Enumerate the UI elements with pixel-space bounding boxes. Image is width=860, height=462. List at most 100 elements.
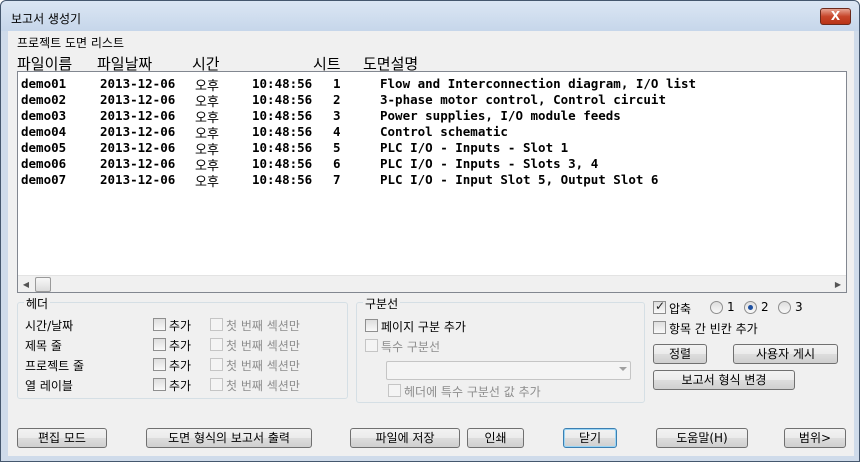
header-add-label: 추가 — [169, 359, 192, 373]
close-button[interactable]: 닫기 — [563, 428, 617, 448]
list-item[interactable]: demo03 2013-12-06 오후 10:48:56 3 Power supplie… — [18, 108, 846, 126]
edit-mode-button[interactable]: 편집 모드 — [17, 428, 107, 448]
header-add-checkbox[interactable] — [153, 318, 166, 331]
row-filedate: 2013-12-06 — [100, 76, 176, 91]
close-window-button[interactable]: X — [820, 8, 851, 25]
compress-level-3-radio[interactable] — [778, 301, 791, 314]
row-time: 10:48:56 — [252, 76, 313, 91]
header-special-separator-label: 헤더에 특수 구분선 값 추가 — [404, 385, 541, 399]
row-sheet: 5 — [333, 140, 341, 155]
row-sheet: 4 — [333, 124, 341, 139]
header-first-section-checkbox[interactable] — [210, 358, 223, 371]
row-filename: demo07 — [21, 172, 67, 187]
header-first-section-label: 첫 번째 섹션만 — [226, 379, 300, 393]
row-description: Control schematic — [380, 124, 508, 139]
header-first-section-checkbox[interactable] — [210, 338, 223, 351]
help-button[interactable]: 도움말(H) — [656, 428, 748, 448]
chevron-down-icon — [619, 367, 627, 371]
header-group-title: 헤더 — [24, 295, 51, 312]
header-first-section-checkbox[interactable] — [210, 318, 223, 331]
row-sheet: 7 — [333, 172, 341, 187]
drawing-list-caption: 프로젝트 도면 리스트 — [17, 36, 124, 50]
header-option-label: 제목 줄 — [25, 339, 62, 353]
row-sheet: 3 — [333, 108, 341, 123]
compress-level-2-radio[interactable] — [744, 301, 757, 314]
scroll-left-arrow-icon[interactable]: ◀ — [18, 277, 34, 292]
special-separator-checkbox[interactable] — [365, 339, 378, 352]
row-time: 10:48:56 — [252, 108, 313, 123]
row-sheet: 1 — [333, 76, 341, 91]
sort-button[interactable]: 정렬 — [653, 344, 707, 364]
header-add-label: 추가 — [169, 319, 192, 333]
row-filename: demo03 — [21, 108, 67, 123]
row-time: 10:48:56 — [252, 92, 313, 107]
range-button[interactable]: 범위> — [784, 428, 846, 448]
header-special-separator-checkbox[interactable] — [388, 384, 401, 397]
dialog-client-area: 프로젝트 도면 리스트 파일이름 파일날짜 시간 시트 도면설명 demo01 2… — [8, 31, 854, 456]
list-item[interactable]: demo06 2013-12-06 오후 10:48:56 6 PLC I/O - Inp… — [18, 156, 846, 174]
row-sheet: 2 — [333, 92, 341, 107]
list-item[interactable]: demo02 2013-12-06 오후 10:48:56 2 3-phase motor… — [18, 92, 846, 110]
row-filedate: 2013-12-06 — [100, 140, 176, 155]
user-post-button[interactable]: 사용자 게시 — [733, 344, 838, 364]
row-description: Power supplies, I/O module feeds — [380, 108, 621, 123]
separator-group-title: 구분선 — [363, 295, 401, 312]
change-report-format-button[interactable]: 보고서 형식 변경 — [653, 370, 795, 390]
row-filedate: 2013-12-06 — [100, 108, 176, 123]
page-separator-checkbox[interactable] — [365, 319, 378, 332]
row-filename: demo04 — [21, 124, 67, 139]
row-sheet: 6 — [333, 156, 341, 171]
header-first-section-label: 첫 번째 섹션만 — [226, 339, 300, 353]
drawing-list[interactable]: demo01 2013-12-06 오후 10:48:56 1 Flow and Inte… — [17, 71, 847, 293]
row-time: 10:48:56 — [252, 172, 313, 187]
header-add-checkbox[interactable] — [153, 338, 166, 351]
compress-label: 압축 — [669, 302, 692, 316]
row-filedate: 2013-12-06 — [100, 156, 176, 171]
report-generator-window: 보고서 생성기 X 프로젝트 도면 리스트 파일이름 파일날짜 시간 시트 도면… — [0, 0, 860, 462]
row-description: PLC I/O - Input Slot 5, Output Slot 6 — [380, 172, 659, 187]
blank-between-items-label: 항목 간 빈칸 추가 — [669, 322, 758, 336]
special-separator-combo[interactable] — [386, 361, 631, 380]
horizontal-scrollbar[interactable]: ◀ ▶ — [18, 275, 846, 292]
scroll-right-arrow-icon[interactable]: ▶ — [830, 277, 846, 292]
row-description: PLC I/O - Inputs - Slots 3, 4 — [380, 156, 599, 171]
compress-level-3-label: 3 — [795, 300, 803, 314]
compress-level-1-radio[interactable] — [710, 301, 723, 314]
special-separator-label: 특수 구분선 — [381, 340, 441, 354]
row-time: 10:48:56 — [252, 124, 313, 139]
compress-checkbox[interactable] — [653, 299, 666, 314]
print-button[interactable]: 인쇄 — [467, 428, 524, 448]
header-add-checkbox[interactable] — [153, 358, 166, 371]
print-drawing-report-button[interactable]: 도면 형식의 보고서 출력 — [146, 428, 312, 448]
page-separator-label: 페이지 구분 추가 — [381, 320, 466, 334]
header-first-section-label: 첫 번째 섹션만 — [226, 319, 300, 333]
compress-level-2-label: 2 — [761, 300, 769, 314]
row-filename: demo02 — [21, 92, 67, 107]
window-title: 보고서 생성기 — [11, 12, 82, 26]
list-item[interactable]: demo01 2013-12-06 오후 10:48:56 1 Flow and Inte… — [18, 76, 846, 94]
save-to-file-button[interactable]: 파일에 저장 — [350, 428, 460, 448]
row-filename: demo06 — [21, 156, 67, 171]
header-first-section-checkbox[interactable] — [210, 378, 223, 391]
header-option-label: 시간/날짜 — [25, 319, 74, 333]
header-option-label: 열 레이블 — [25, 379, 73, 393]
list-item[interactable]: demo04 2013-12-06 오후 10:48:56 4 Control schem… — [18, 124, 846, 142]
header-option-label: 프로젝트 줄 — [25, 359, 85, 373]
header-add-label: 추가 — [169, 379, 192, 393]
row-time: 10:48:56 — [252, 140, 313, 155]
list-item[interactable]: demo05 2013-12-06 오후 10:48:56 5 PLC I/O - Inp… — [18, 140, 846, 158]
row-ampm: 오후 — [195, 175, 219, 190]
scroll-thumb[interactable] — [35, 277, 51, 292]
list-item[interactable]: demo07 2013-12-06 오후 10:48:56 7 PLC I/O - Inp… — [18, 172, 846, 190]
title-bar[interactable]: 보고서 생성기 X — [1, 1, 859, 31]
row-time: 10:48:56 — [252, 156, 313, 171]
row-description: 3-phase motor control, Control circuit — [380, 92, 666, 107]
compress-level-1-label: 1 — [727, 300, 735, 314]
header-first-section-label: 첫 번째 섹션만 — [226, 359, 300, 373]
header-add-label: 추가 — [169, 339, 192, 353]
blank-between-items-checkbox[interactable] — [653, 321, 666, 334]
row-filedate: 2013-12-06 — [100, 92, 176, 107]
row-description: PLC I/O - Inputs - Slot 1 — [380, 140, 569, 155]
row-filedate: 2013-12-06 — [100, 124, 176, 139]
header-add-checkbox[interactable] — [153, 378, 166, 391]
